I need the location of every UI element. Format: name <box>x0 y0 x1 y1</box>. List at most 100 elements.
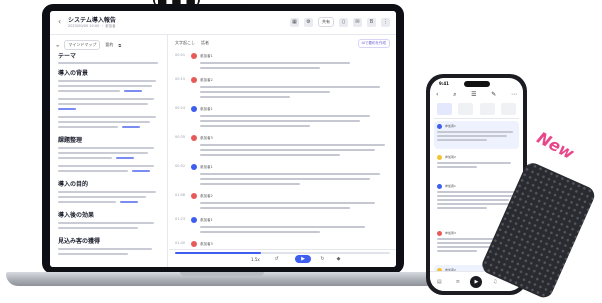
message-text-line <box>437 191 515 193</box>
phone-tab[interactable] <box>500 103 516 115</box>
progress-fill <box>175 252 261 254</box>
message-time[interactable]: 00:35 <box>175 135 185 139</box>
back-icon[interactable]: ‹ <box>436 91 438 99</box>
text-line <box>58 116 156 118</box>
phone-message[interactable]: 参加者2 <box>434 152 519 178</box>
phone-tab[interactable] <box>437 103 453 115</box>
phone-message[interactable]: 参加者1 <box>434 121 519 149</box>
ai-summary-badge[interactable]: AIで要約を作成 <box>357 39 390 48</box>
list-icon[interactable]: ≡ <box>56 43 59 48</box>
speaker-avatar <box>437 155 442 160</box>
message-text-line <box>437 135 507 137</box>
nav-item[interactable]: ♫ <box>489 279 501 285</box>
message-text-line <box>200 154 340 156</box>
message-time[interactable]: 00:15 <box>175 77 185 81</box>
text-line <box>58 103 148 105</box>
timestamp-link[interactable] <box>132 170 150 172</box>
timestamp-link[interactable] <box>116 157 134 159</box>
meeting-title: システム導入報告 <box>68 17 116 24</box>
bold-icon[interactable]: B <box>367 17 376 27</box>
summary-mode-label[interactable]: 要約 <box>105 42 113 48</box>
text-line <box>58 248 152 250</box>
message-text-line <box>437 207 487 209</box>
text-line <box>58 196 146 198</box>
forward-icon[interactable]: ↻ <box>319 256 326 263</box>
nav-item[interactable]: ▤ <box>433 279 445 285</box>
message-text-line <box>200 91 330 93</box>
mindmap-chip[interactable]: マインドマップ <box>64 40 101 50</box>
nav-play-button[interactable]: ▶ <box>470 275 483 288</box>
progress-track[interactable] <box>175 252 390 254</box>
message-time[interactable]: 01:23 <box>175 217 185 221</box>
phone-tab[interactable] <box>479 103 495 115</box>
message-time[interactable]: 00:01 <box>175 53 185 57</box>
nav-item[interactable]: ≡ <box>452 279 464 285</box>
message-text-line <box>437 195 513 197</box>
text-line <box>58 201 116 203</box>
message-text-line <box>200 120 360 122</box>
message-text-line <box>200 226 365 228</box>
text-line <box>58 80 156 82</box>
bookmark-player-icon[interactable]: ◆ <box>335 256 342 263</box>
message-text-line <box>200 149 375 151</box>
section-title: 見込み客の獲得 <box>58 238 101 245</box>
phone-divider <box>434 118 519 119</box>
search-icon[interactable]: ⌕ <box>453 91 456 99</box>
message-time[interactable]: 01:40 <box>175 241 185 245</box>
speed-button[interactable]: 1.5x <box>251 257 260 262</box>
message-time[interactable]: 00:24 <box>175 106 185 110</box>
more-icon[interactable]: ⋯ <box>511 91 517 99</box>
speaker-avatar <box>191 135 197 141</box>
speaker-name: 参加者2 <box>200 194 213 198</box>
text-line <box>58 227 138 229</box>
play-button[interactable]: ▶ <box>295 255 311 263</box>
speaker-name: 参加者1 <box>200 107 213 111</box>
gear-icon[interactable]: ⚙ <box>304 17 313 27</box>
copy-icon[interactable]: ⧉ <box>118 43 121 48</box>
edit-icon[interactable]: ✎ <box>491 91 496 99</box>
timestamp-link[interactable] <box>124 90 142 92</box>
text-line <box>58 147 154 149</box>
message-text-line <box>200 115 370 117</box>
bookmark-icon[interactable]: ▯ <box>339 17 348 27</box>
message-text-line <box>200 144 385 146</box>
rewind-icon[interactable]: ↺ <box>273 256 280 263</box>
phone-tabs <box>434 103 519 115</box>
laptop-screen: ‹ システム導入報告 2023/00/00 10:00 ・ 参加者 ▦ ⚙ 共有… <box>42 4 404 274</box>
message-text-line <box>200 207 350 209</box>
timestamp-link[interactable] <box>120 201 138 203</box>
timestamp-link[interactable] <box>58 108 76 110</box>
section-title: 導入後の効果 <box>58 212 95 219</box>
text-line <box>58 121 150 123</box>
tab-speaker[interactable]: 話者 <box>201 40 209 46</box>
speaker-name: 参加者2 <box>445 155 456 159</box>
list-icon[interactable]: ☰ <box>471 91 476 99</box>
back-chevron-icon[interactable]: ‹ <box>58 17 61 26</box>
text-line <box>58 85 152 87</box>
speaker-avatar <box>191 53 197 59</box>
text-line <box>58 98 154 100</box>
speaker-avatar <box>437 124 442 129</box>
more-icon[interactable]: ⋮ <box>381 17 390 27</box>
meeting-meta: 2023/00/00 10:00 ・ 参加者 <box>68 24 116 28</box>
timestamp-link[interactable] <box>122 126 140 128</box>
section-title: 導入の目的 <box>58 181 89 188</box>
grid-icon[interactable]: ▦ <box>290 17 299 27</box>
phone-tab[interactable] <box>458 103 474 115</box>
speaker-avatar <box>437 231 442 236</box>
dynamic-island <box>463 81 490 87</box>
speaker-name: 参加者3 <box>445 231 456 235</box>
message-text-line <box>437 199 509 201</box>
laptop-notch <box>202 4 244 11</box>
speaker-name: 参加者1 <box>200 54 213 58</box>
header-actions: ▦ ⚙ 共有 ▯ ✉ B ⋮ <box>290 17 390 27</box>
text-line <box>58 165 154 167</box>
text-line <box>58 191 156 193</box>
message-time[interactable]: 00:52 <box>175 164 185 168</box>
tab-transcript[interactable]: 文字起こし <box>175 40 195 46</box>
message-text-line <box>200 202 375 204</box>
message-time[interactable]: 01:08 <box>175 193 185 197</box>
speaker-name: 参加者1 <box>445 184 456 188</box>
mail-icon[interactable]: ✉ <box>353 17 362 27</box>
share-button[interactable]: 共有 <box>318 17 334 27</box>
